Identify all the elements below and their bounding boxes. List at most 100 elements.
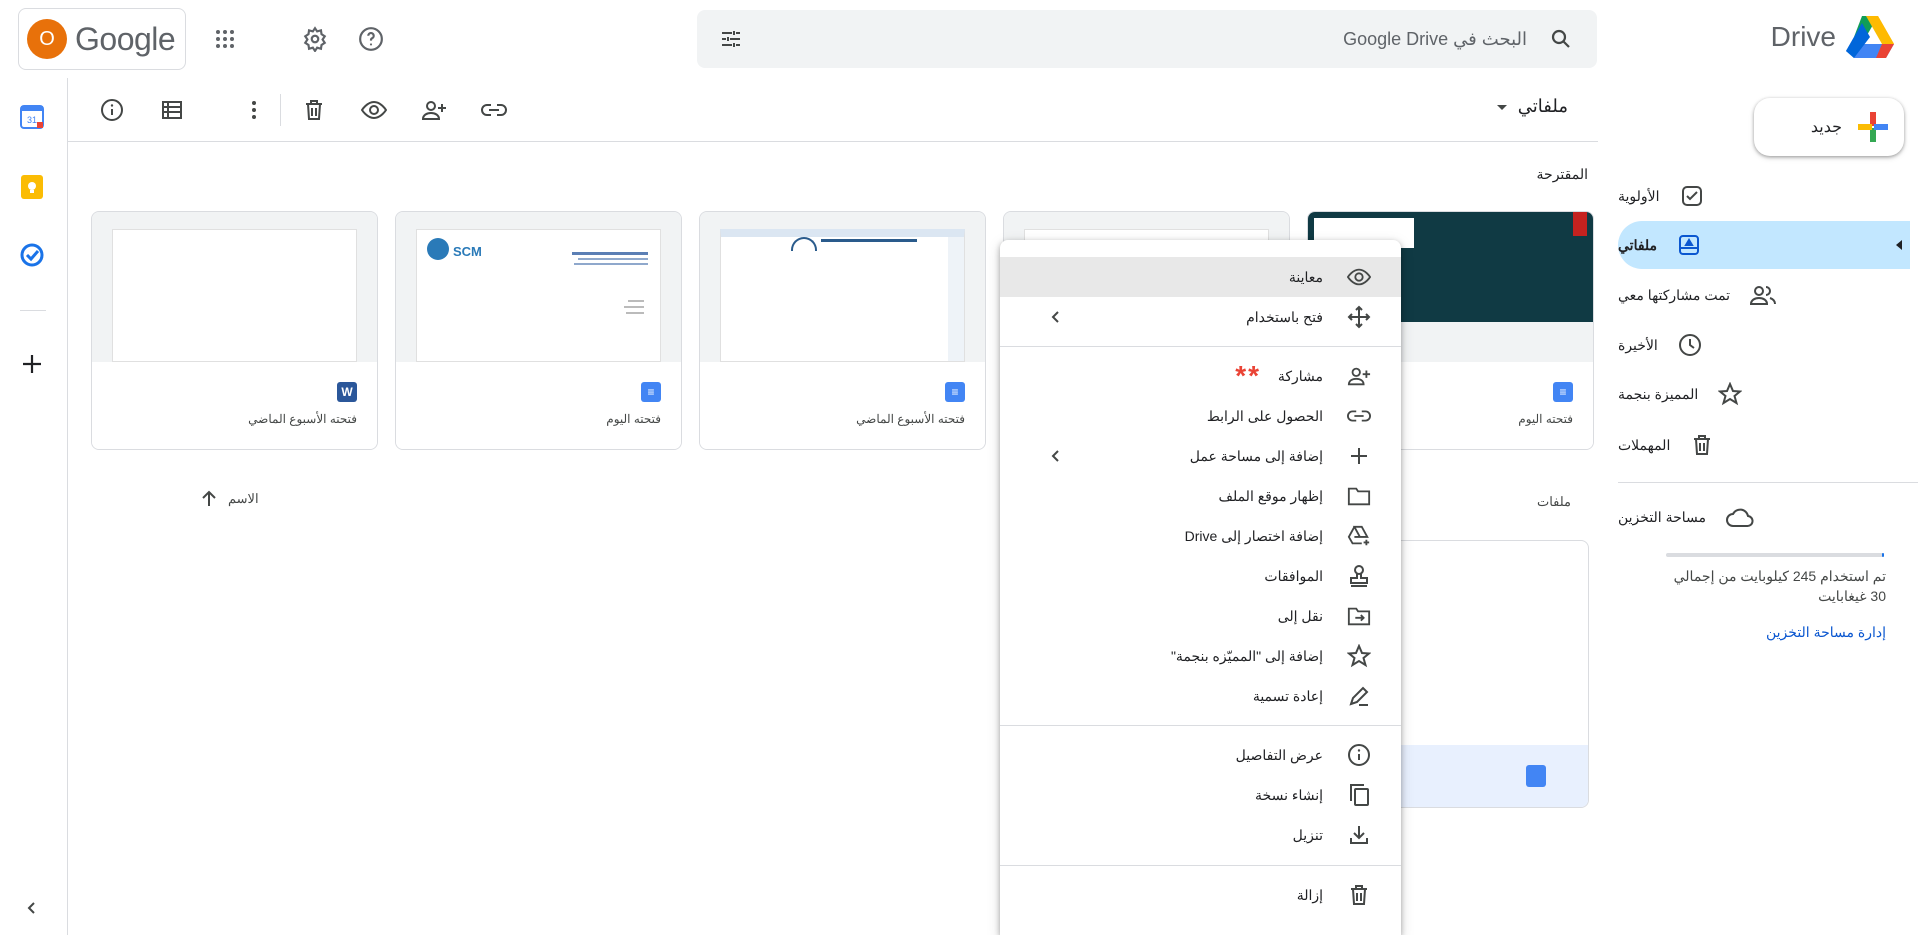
plus-multicolor-icon <box>1856 110 1890 144</box>
rename-pen-icon <box>1347 684 1371 708</box>
search-options-icon[interactable] <box>719 27 743 51</box>
menu-item-view-details[interactable]: عرض التفاصيل <box>1000 735 1401 775</box>
priority-icon <box>1680 184 1704 208</box>
sort-ascending-arrow-icon[interactable] <box>200 490 218 508</box>
settings-gear-icon[interactable] <box>295 19 335 59</box>
toolbar-divider <box>280 94 281 126</box>
docs-file-icon: ≡ <box>641 382 661 402</box>
new-button-label: جديد <box>1810 119 1842 136</box>
share-add-person-icon[interactable] <box>414 90 454 130</box>
storage-usage-text: تم استخدام 245 كيلوبايت من إجمالي 30 غيغ… <box>1673 568 1886 604</box>
docs-file-icon <box>1526 765 1546 787</box>
menu-item-download[interactable]: تنزيل <box>1000 815 1401 855</box>
copy-icon <box>1347 783 1371 807</box>
sort-by-name[interactable]: الاسم <box>200 490 259 508</box>
suggested-file-card[interactable]: SCM ≡ فتحته اليوم <box>395 211 682 450</box>
calendar-icon[interactable]: 31 <box>18 103 46 131</box>
side-apps-rail: 31 <box>0 78 68 935</box>
docs-file-icon: ≡ <box>1553 382 1573 402</box>
sort-label: الاسم <box>228 491 259 506</box>
star-icon <box>1718 382 1743 406</box>
copy-link-icon[interactable] <box>474 90 514 130</box>
card-caption: فتحته اليوم <box>1518 412 1573 426</box>
nav-divider <box>1618 482 1918 483</box>
files-section-title: ملفات <box>1536 494 1571 509</box>
collapse-chevron-icon[interactable] <box>18 894 46 922</box>
preview-eye-icon[interactable] <box>354 90 394 130</box>
scm-logo: SCM <box>453 244 482 259</box>
details-info-icon[interactable] <box>92 90 132 130</box>
menu-item-open-with[interactable]: فتح باستخدام <box>1000 297 1401 337</box>
delete-trash-icon[interactable] <box>294 90 334 130</box>
link-icon <box>1347 404 1371 428</box>
star-outline-icon <box>1347 644 1371 668</box>
approval-stamp-icon <box>1347 564 1371 588</box>
download-icon <box>1347 823 1371 847</box>
google-logo: Google <box>75 20 176 57</box>
nav-item-my-drive[interactable]: ملفاتي <box>1618 221 1910 269</box>
avatar[interactable]: O <box>27 19 67 59</box>
card-caption: فتحته الأسبوع الماضي <box>248 412 357 426</box>
dropdown-arrow-icon <box>1496 101 1508 113</box>
menu-item-rename[interactable]: إعادة تسمية <box>1000 676 1401 716</box>
folder-icon <box>1347 484 1371 508</box>
nav-item-label: المهملات <box>1618 436 1671 453</box>
more-actions-icon[interactable] <box>234 90 274 130</box>
search-input[interactable] <box>777 10 1527 68</box>
help-icon[interactable] <box>351 19 391 59</box>
nav-item-starred[interactable]: المميزة بنجمة <box>1618 370 1910 418</box>
plus-icon <box>1347 444 1371 468</box>
trash-icon <box>1347 883 1371 907</box>
nav-item-recent[interactable]: الأخيرة <box>1618 321 1910 369</box>
manage-storage-link[interactable]: إدارة مساحة التخزين <box>1662 624 1886 641</box>
drive-brand[interactable]: Drive <box>1771 16 1894 58</box>
page-title: ملفاتي <box>1517 96 1568 116</box>
drive-shortcut-icon <box>1347 524 1371 548</box>
open-with-icon <box>1347 305 1371 329</box>
new-button[interactable]: جديد <box>1754 98 1904 156</box>
menu-item-preview[interactable]: معاينة <box>1000 257 1401 297</box>
nav-item-shared-with-me[interactable]: تمت مشاركتها معي <box>1618 271 1910 319</box>
tasks-icon[interactable] <box>18 241 46 269</box>
menu-item-remove[interactable]: إزالة <box>1000 875 1401 915</box>
nav-item-trash[interactable]: المهملات <box>1618 421 1910 469</box>
list-view-icon[interactable] <box>152 90 192 130</box>
submenu-chevron-icon <box>1048 309 1064 325</box>
nav-item-storage[interactable]: مساحة التخزين <box>1618 493 1910 541</box>
menu-item-add-to-starred[interactable]: إضافة إلى "المميّزه بنجمة" <box>1000 636 1401 676</box>
recent-clock-icon <box>1678 333 1702 357</box>
svg-text:31: 31 <box>27 115 37 125</box>
menu-item-add-shortcut[interactable]: إضافة اختصار إلى Drive <box>1000 516 1401 556</box>
nav-item-priority[interactable]: الأولوية <box>1618 172 1910 220</box>
file-grid-tile[interactable] <box>1380 540 1589 808</box>
expand-arrow-icon[interactable] <box>1894 239 1904 251</box>
account-switcher[interactable]: O Google <box>18 8 186 70</box>
my-drive-title-dropdown[interactable]: ملفاتي <box>1496 96 1568 117</box>
menu-item-add-to-workspace[interactable]: إضافة إلى مساحة عمل <box>1000 436 1401 476</box>
menu-item-share[interactable]: ** مشاركة <box>1000 356 1401 396</box>
search-icon[interactable] <box>1549 27 1573 51</box>
nav-item-label: تمت مشاركتها معي <box>1618 286 1731 303</box>
cloud-icon <box>1726 506 1754 528</box>
file-thumbnail <box>92 212 377 362</box>
drive-wordmark: Drive <box>1770 21 1836 52</box>
word-file-icon: W <box>337 382 357 402</box>
menu-item-get-link[interactable]: الحصول على الرابط <box>1000 396 1401 436</box>
trash-icon <box>1690 433 1714 457</box>
add-app-plus-icon[interactable] <box>18 350 46 378</box>
menu-item-move-to[interactable]: نقل إلى <box>1000 596 1401 636</box>
apps-grid-icon[interactable] <box>205 19 245 59</box>
share-person-icon <box>1347 364 1371 388</box>
eye-icon <box>1347 265 1371 289</box>
move-to-folder-icon <box>1347 604 1371 628</box>
suggested-file-card[interactable]: W فتحته الأسبوع الماضي <box>91 211 378 450</box>
menu-item-show-file-location[interactable]: إظهار موقع الملف <box>1000 476 1401 516</box>
search-bar <box>697 10 1597 68</box>
suggested-section-title: المقترحة <box>1536 166 1588 182</box>
menu-item-make-copy[interactable]: إنشاء نسخة <box>1000 775 1401 815</box>
file-thumbnail: SCM <box>396 212 681 362</box>
menu-item-approvals[interactable]: الموافقات <box>1000 556 1401 596</box>
suggested-file-card[interactable]: ≡ فتحته الأسبوع الماضي <box>699 211 986 450</box>
annotation-marker: ** <box>1235 360 1261 391</box>
keep-notes-icon[interactable] <box>18 173 46 201</box>
